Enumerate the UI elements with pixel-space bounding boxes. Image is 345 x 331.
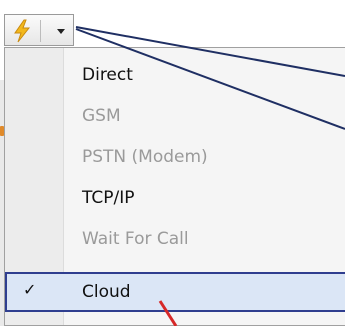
menu-item-label: Direct	[82, 65, 133, 85]
menu-item-label: GSM	[82, 106, 121, 126]
menu-item-label: Wait For Call	[82, 229, 189, 249]
checkmark-icon: ✓	[23, 280, 37, 299]
menu-item-direct[interactable]: Direct	[5, 55, 345, 96]
connection-split-button[interactable]	[4, 14, 74, 46]
split-divider	[40, 20, 41, 42]
connection-type-menu: Direct GSM PSTN (Modem) TCP/IP Wait For …	[4, 47, 345, 326]
menu-item-gsm: GSM	[5, 96, 345, 137]
menu-item-pstn-modem: PSTN (Modem)	[5, 137, 345, 178]
lightning-bolt-icon	[14, 19, 31, 43]
menu-item-label: Cloud	[82, 282, 131, 302]
menu-item-cloud[interactable]: ✓ Cloud	[5, 272, 345, 312]
menu-item-label: TCP/IP	[82, 188, 135, 208]
menu-item-label: PSTN (Modem)	[82, 147, 208, 167]
chevron-down-icon[interactable]	[57, 29, 65, 34]
menu-item-wait-for-call: Wait For Call	[5, 219, 345, 260]
menu-item-tcp-ip[interactable]: TCP/IP	[5, 178, 345, 219]
